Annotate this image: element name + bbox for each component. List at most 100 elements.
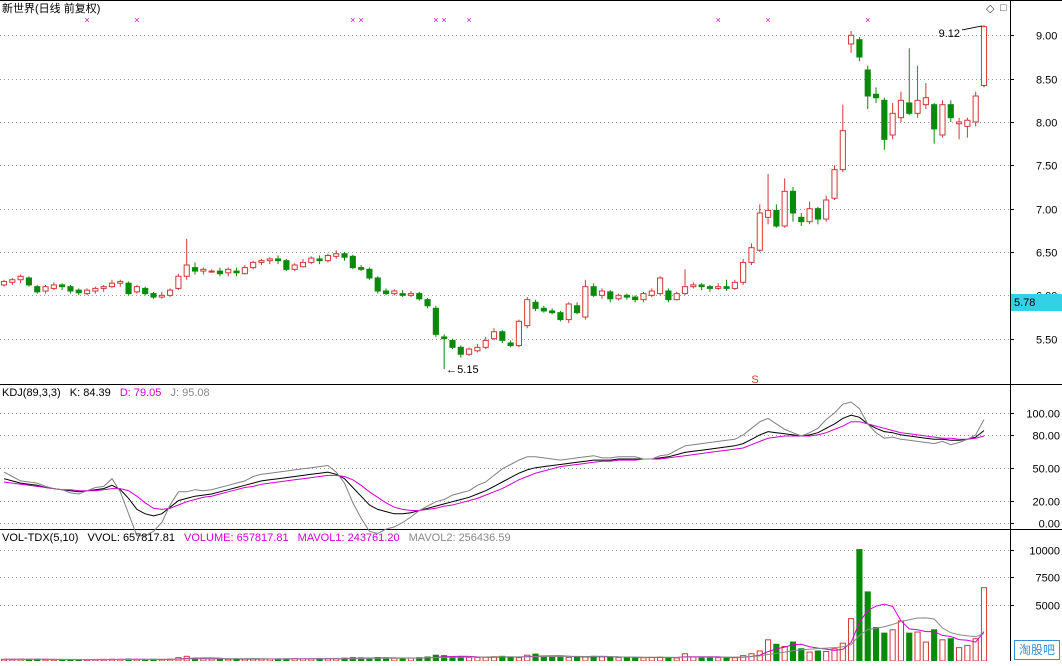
volume-bar-down (856, 549, 863, 662)
candle-body-up (740, 261, 747, 283)
candle-body-up (391, 290, 398, 295)
vol-legend: VOL-TDX(5,10) VVOL: 657817.81 VOLUME: 65… (2, 532, 517, 545)
kdj-d-label: D: 79.05 (119, 387, 162, 399)
candle-body-down (416, 293, 423, 300)
signal-marker: × (865, 15, 870, 25)
volume-bar-down (557, 656, 564, 662)
candle-body-up (914, 99, 921, 114)
candle-body-down (341, 253, 348, 258)
volume-bar-up (640, 657, 647, 662)
volume-bar-up (781, 646, 788, 662)
candle-body-up (956, 121, 963, 125)
candle-body-up (50, 284, 57, 289)
volume-bar-up (914, 631, 921, 662)
signal-marker: × (433, 15, 438, 25)
vol-tick-label: 7500 (1036, 573, 1060, 585)
candle-body-down (191, 267, 199, 272)
candle-body-down (399, 293, 406, 296)
candle-body-down (590, 286, 597, 296)
candle-body-up (158, 294, 165, 298)
volume-bar-down (881, 632, 888, 662)
candle-body-up (266, 258, 273, 262)
candle-body-up (756, 212, 763, 251)
candle-body-down (233, 270, 240, 274)
candle-body-up (640, 293, 647, 301)
candle-body-up (615, 294, 622, 300)
candle-body-down (665, 290, 672, 301)
price-tick-label: 5.50 (1036, 335, 1057, 347)
candle-body-up (42, 286, 49, 292)
volume-bar-down (872, 627, 880, 662)
volume-bar-up (823, 651, 830, 662)
candle-body-down (499, 331, 506, 341)
candle-body-up (0, 280, 8, 286)
volume-bar-down (798, 648, 805, 662)
volume-bar-up (897, 620, 905, 662)
volume-bar-down (549, 656, 556, 662)
candle-body-down (283, 260, 290, 270)
candle-body-up (250, 261, 257, 269)
square-icon[interactable]: □ (1000, 2, 1007, 14)
candle-body-down (706, 286, 714, 289)
volume-bar-down (507, 656, 514, 662)
candle-body-down (75, 289, 82, 294)
candle-body-down (142, 287, 149, 295)
signal-marker: × (350, 15, 355, 25)
candle-body-down (507, 342, 514, 347)
volume-bar-up (598, 656, 606, 662)
candle-body-down (274, 258, 282, 262)
volume-bar-down (814, 650, 821, 662)
candle-body-down (881, 99, 888, 140)
signal-marker: × (716, 15, 721, 25)
volume-bar-down (947, 638, 954, 662)
kdj-j-label: J: 95.08 (170, 387, 210, 399)
current-price-tag-label: 5.78 (1014, 297, 1035, 309)
volume-bar-up (980, 587, 988, 662)
candle-body-down (59, 284, 66, 288)
candle-body-up (731, 281, 738, 289)
candle-body-down (34, 286, 41, 293)
vol-vvol-label: VVOL: 657817.81 (87, 532, 175, 544)
price-tick-label: 7.50 (1036, 161, 1057, 173)
kdj-line-k (3, 414, 985, 517)
signal-marker: × (466, 15, 471, 25)
candle-body-down (864, 69, 871, 97)
candle-body-up (897, 99, 905, 119)
candle-body-up (333, 253, 340, 257)
vol-mavol1-label: MAVOL1: 243761.20 (297, 532, 400, 544)
vol-tick-label: 10000 (1029, 546, 1060, 558)
candle-body-up (972, 95, 979, 123)
candle-body-up (648, 290, 655, 296)
volume-bar-up (964, 644, 971, 662)
candle-body-up (582, 286, 589, 318)
price-tick-label: 8.50 (1036, 75, 1057, 87)
candle-body-up (308, 257, 315, 263)
volume-bar-down (723, 656, 730, 662)
signal-marker: × (765, 15, 770, 25)
candle-body-down (607, 291, 614, 300)
volume-bar-down (632, 657, 639, 662)
candle-body-down (723, 286, 730, 289)
volume-bar-up (889, 629, 896, 662)
candle-body-down (424, 299, 431, 307)
candle-body-up (980, 26, 988, 87)
volume-bar-down (864, 591, 871, 662)
candle-body-up (748, 247, 755, 263)
candle-body-down (931, 104, 938, 130)
volume-bar-up (731, 657, 738, 662)
candle-body-up (715, 286, 722, 289)
candle-body-up (690, 284, 697, 288)
stock-chart: 9.008.508.007.507.006.506.005.50100.0080… (0, 0, 1062, 662)
price-tick-label: 6.50 (1036, 248, 1057, 260)
kdj-tick-label: 50.00 (1032, 464, 1060, 476)
signal-marker: × (84, 15, 89, 25)
candle-body-up (806, 208, 813, 223)
diamond-icon[interactable]: ◇ (986, 2, 994, 15)
candle-body-down (814, 208, 821, 220)
chart-canvas: 9.008.508.007.507.006.506.005.50100.0080… (0, 0, 1062, 662)
candle-body-down (349, 255, 356, 269)
candle-body-down (382, 290, 390, 295)
candle-body-up (490, 331, 498, 340)
candle-body-down (125, 282, 132, 295)
candle-body-down (366, 268, 373, 279)
